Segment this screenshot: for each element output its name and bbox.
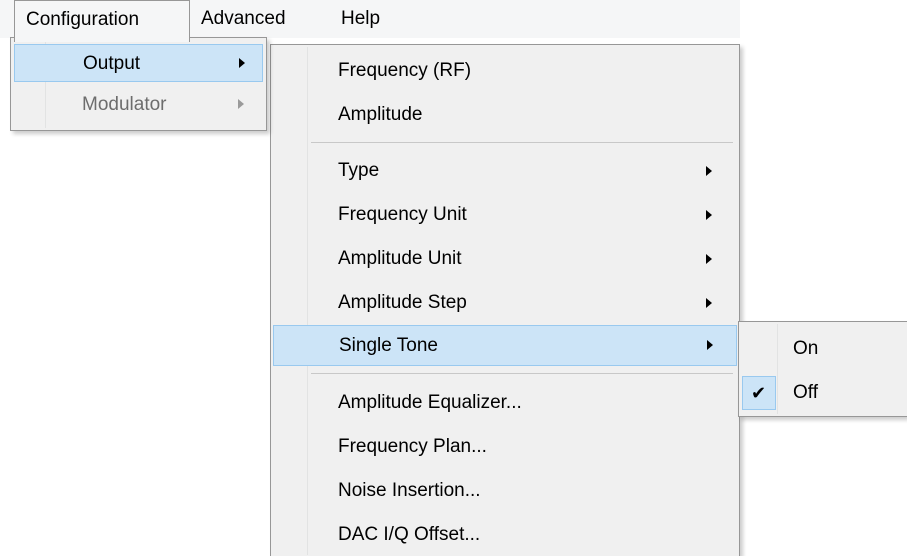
menu-item-off-label: Off xyxy=(793,382,818,403)
menu-item-amplitude-equalizer[interactable]: Amplitude Equalizer... xyxy=(271,384,739,422)
chevron-right-icon xyxy=(239,58,245,68)
menu-separator xyxy=(311,142,733,143)
menu-advanced-label: Advanced xyxy=(201,8,286,29)
configuration-dropdown: Output Modulator xyxy=(10,37,267,131)
menu-item-label: Frequency Plan... xyxy=(338,436,487,457)
menu-configuration-label: Configuration xyxy=(26,9,140,30)
single-tone-submenu: On ✔ Off xyxy=(738,321,907,417)
menu-item-modulator-label: Modulator xyxy=(82,94,167,115)
menu-advanced[interactable]: Advanced xyxy=(190,0,297,38)
menu-item-on[interactable]: On xyxy=(739,330,907,368)
menu-configuration[interactable]: Configuration xyxy=(14,0,190,42)
menu-item-frequency-plan[interactable]: Frequency Plan... xyxy=(271,428,739,466)
menu-item-amplitude-step[interactable]: Amplitude Step xyxy=(271,284,739,322)
menu-item-frequency-unit[interactable]: Frequency Unit xyxy=(271,196,739,234)
menu-item-label: Amplitude xyxy=(338,104,423,125)
menu-help[interactable]: Help xyxy=(330,0,391,38)
menu-item-single-tone[interactable]: Single Tone xyxy=(273,325,737,366)
menu-item-label: Single Tone xyxy=(339,335,438,356)
menu-separator xyxy=(311,373,733,374)
menu-item-off[interactable]: ✔ Off xyxy=(739,374,907,412)
menu-item-noise-insertion[interactable]: Noise Insertion... xyxy=(271,472,739,510)
chevron-right-icon xyxy=(706,298,712,308)
menu-item-dac-iq-offset[interactable]: DAC I/Q Offset... xyxy=(271,516,739,554)
menu-bar: Configuration Advanced Help xyxy=(0,0,740,42)
menu-item-label: Noise Insertion... xyxy=(338,480,481,501)
menu-item-frequency-rf[interactable]: Frequency (RF) xyxy=(271,52,739,90)
output-submenu: Frequency (RF) Amplitude Type Frequency … xyxy=(270,44,740,556)
menu-item-output[interactable]: Output xyxy=(14,44,263,82)
menu-item-label: Frequency Unit xyxy=(338,204,467,225)
menu-item-label: Type xyxy=(338,160,380,181)
menu-item-label: DAC I/Q Offset... xyxy=(338,524,481,545)
chevron-right-icon xyxy=(706,254,712,264)
menu-item-amplitude-unit[interactable]: Amplitude Unit xyxy=(271,240,739,278)
menu-item-modulator[interactable]: Modulator xyxy=(14,86,263,124)
menu-item-type[interactable]: Type xyxy=(271,152,739,190)
menu-help-label: Help xyxy=(341,8,381,29)
menu-item-label: Frequency (RF) xyxy=(338,60,472,81)
menu-item-label: Amplitude Step xyxy=(338,292,467,313)
menu-item-output-label: Output xyxy=(83,53,141,74)
checkmark-icon: ✔ xyxy=(751,383,767,403)
menu-item-label: Amplitude Equalizer... xyxy=(338,392,522,413)
chevron-right-icon xyxy=(707,340,713,350)
chevron-right-icon xyxy=(706,166,712,176)
chevron-right-icon xyxy=(706,210,712,220)
chevron-right-icon xyxy=(238,99,244,109)
menu-item-amplitude[interactable]: Amplitude xyxy=(271,96,739,134)
menu-item-label: Amplitude Unit xyxy=(338,248,462,269)
menu-item-on-label: On xyxy=(793,338,819,359)
